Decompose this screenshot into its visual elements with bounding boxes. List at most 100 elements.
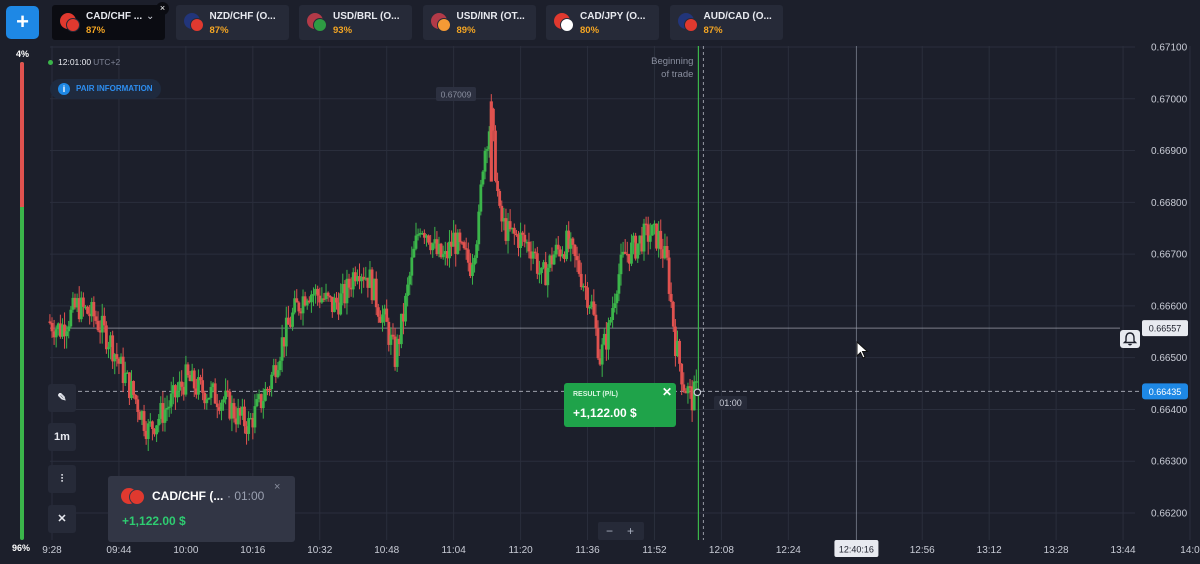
candle-body bbox=[232, 403, 236, 419]
candle-body bbox=[102, 315, 106, 326]
candle-body bbox=[96, 320, 100, 331]
candle-body bbox=[636, 243, 640, 259]
candle-body bbox=[665, 246, 669, 258]
expiry-label: 01:00 bbox=[719, 398, 742, 408]
time-axis-label: 12:08 bbox=[709, 545, 734, 556]
candle-body bbox=[615, 293, 619, 304]
candle-body bbox=[648, 235, 652, 242]
candle-body bbox=[630, 242, 633, 264]
candle-body bbox=[291, 312, 294, 327]
candle-body bbox=[276, 370, 280, 378]
candle-body bbox=[215, 403, 219, 408]
candle-body bbox=[441, 254, 445, 258]
candle-body bbox=[376, 307, 380, 317]
pair-information-button[interactable]: i PAIR INFORMATION bbox=[50, 79, 161, 99]
price-axis-label: 0.67100 bbox=[1151, 43, 1188, 54]
zoom-in-button[interactable]: + bbox=[627, 522, 634, 540]
time-axis-label: 11:04 bbox=[441, 545, 466, 556]
candle-body bbox=[659, 230, 663, 250]
candle-body bbox=[268, 388, 271, 391]
candle-body bbox=[611, 308, 615, 321]
candle-body bbox=[406, 284, 410, 296]
time-axis-label: 10:48 bbox=[374, 545, 399, 556]
candle-body bbox=[186, 364, 190, 376]
result-label: RESULT (P/L) bbox=[573, 391, 618, 398]
timeframe-button[interactable]: 1m bbox=[48, 423, 76, 451]
candle-body bbox=[512, 227, 516, 234]
time-axis-label: 12:24 bbox=[776, 545, 801, 556]
candle-body bbox=[136, 399, 140, 412]
candle-body bbox=[479, 184, 483, 212]
candle-body bbox=[94, 316, 98, 321]
candle-body bbox=[458, 232, 462, 243]
zoom-control: − + bbox=[598, 522, 644, 540]
candle-body bbox=[163, 409, 167, 423]
zoom-out-button[interactable]: − bbox=[606, 522, 613, 540]
draw-tool-button[interactable]: ✎ bbox=[48, 384, 76, 412]
candle-body bbox=[623, 251, 627, 254]
candle-body bbox=[471, 264, 474, 276]
candle-body bbox=[209, 387, 213, 398]
candle-body bbox=[316, 288, 320, 296]
candle-body bbox=[295, 298, 299, 303]
time-axis-label: 13:28 bbox=[1044, 545, 1069, 556]
candle-body bbox=[134, 394, 138, 400]
time-axis-label: 14:0 bbox=[1180, 545, 1200, 556]
candle-body bbox=[261, 400, 265, 409]
open-trade-panel[interactable]: CAD/CHF (... · 01:00 +1,122.00 $ × bbox=[108, 476, 295, 542]
server-clock: 12:01:00 UTC+2 bbox=[48, 57, 120, 67]
candle-body bbox=[104, 325, 108, 350]
indicators-icon: ✕ bbox=[57, 513, 67, 525]
time-axis-label: 10:32 bbox=[307, 545, 332, 556]
candle-body bbox=[577, 260, 581, 274]
candle-body bbox=[427, 235, 430, 243]
candle-body bbox=[588, 306, 592, 309]
trade-profit: +1,122.00 $ bbox=[122, 514, 186, 528]
close-trade-panel-button[interactable]: × bbox=[274, 481, 280, 493]
pencil-icon: ✎ bbox=[57, 392, 67, 404]
candle-body bbox=[600, 344, 604, 365]
candle-body bbox=[385, 308, 389, 322]
result-value: +1,122.00 $ bbox=[573, 406, 637, 420]
candle-body bbox=[473, 257, 476, 265]
candle-body bbox=[50, 322, 54, 332]
candle-body bbox=[247, 418, 251, 434]
indicators-button[interactable]: ✕ bbox=[48, 505, 76, 533]
close-result-button[interactable]: ✕ bbox=[662, 385, 672, 399]
candle-body bbox=[494, 130, 497, 181]
candle-body bbox=[132, 381, 135, 395]
candle-body bbox=[146, 423, 150, 439]
candle-body bbox=[519, 232, 522, 248]
candle-body bbox=[596, 328, 600, 359]
candle-body bbox=[619, 254, 623, 275]
candle-body bbox=[309, 294, 313, 303]
candle-body bbox=[592, 301, 596, 315]
candle-body bbox=[404, 295, 407, 322]
time-axis-label: 11:52 bbox=[642, 545, 667, 556]
candle-body bbox=[255, 399, 259, 407]
chart-type-button[interactable]: ⫶ bbox=[48, 465, 76, 493]
candle-body bbox=[412, 248, 416, 258]
candle-body bbox=[92, 301, 96, 317]
price-axis-label: 0.66200 bbox=[1151, 509, 1188, 520]
candle-body bbox=[48, 321, 52, 323]
candle-body bbox=[278, 360, 282, 371]
candle-body bbox=[575, 256, 579, 261]
candles-icon: ⫶ bbox=[60, 473, 64, 485]
time-axis-label: 10:00 bbox=[173, 545, 198, 556]
candle-body bbox=[573, 244, 577, 257]
candle-body bbox=[243, 406, 246, 427]
candle-body bbox=[669, 293, 673, 302]
price-axis-label: 0.66300 bbox=[1151, 457, 1188, 468]
candle-body bbox=[521, 232, 525, 235]
price-alert-button[interactable] bbox=[1120, 330, 1140, 348]
candle-body bbox=[552, 254, 556, 265]
clock-timezone: UTC+2 bbox=[93, 57, 121, 67]
candle-body bbox=[213, 383, 217, 404]
candle-body bbox=[220, 402, 223, 411]
candle-body bbox=[571, 238, 575, 245]
price-axis-label: 0.67000 bbox=[1151, 94, 1188, 105]
time-axis-label: 13:44 bbox=[1111, 545, 1136, 556]
candle-body bbox=[339, 293, 343, 315]
candle-body bbox=[180, 381, 184, 387]
